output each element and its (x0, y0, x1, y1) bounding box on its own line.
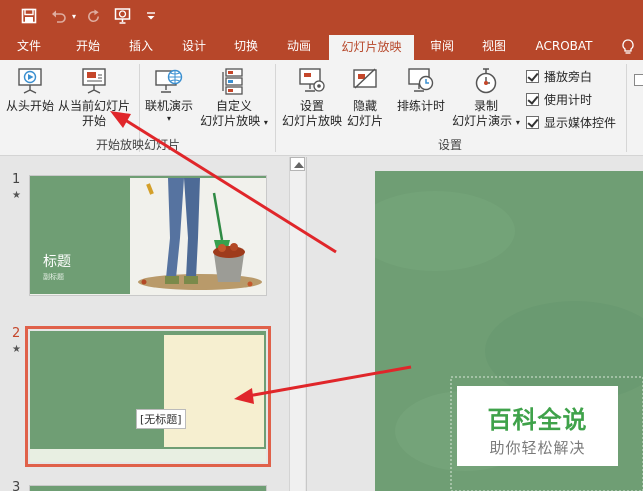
arrow-to-from-current (121, 116, 337, 254)
watermark-title: 百科全说 (487, 406, 588, 434)
watermark-subtitle: 助你轻松解决 (489, 439, 586, 457)
arrow-to-slide-2 (247, 365, 412, 398)
arrowhead-icon (234, 388, 254, 404)
arrowhead-icon (110, 111, 131, 128)
watermark-logo: 百科全说 助你轻松解决 (457, 386, 618, 466)
